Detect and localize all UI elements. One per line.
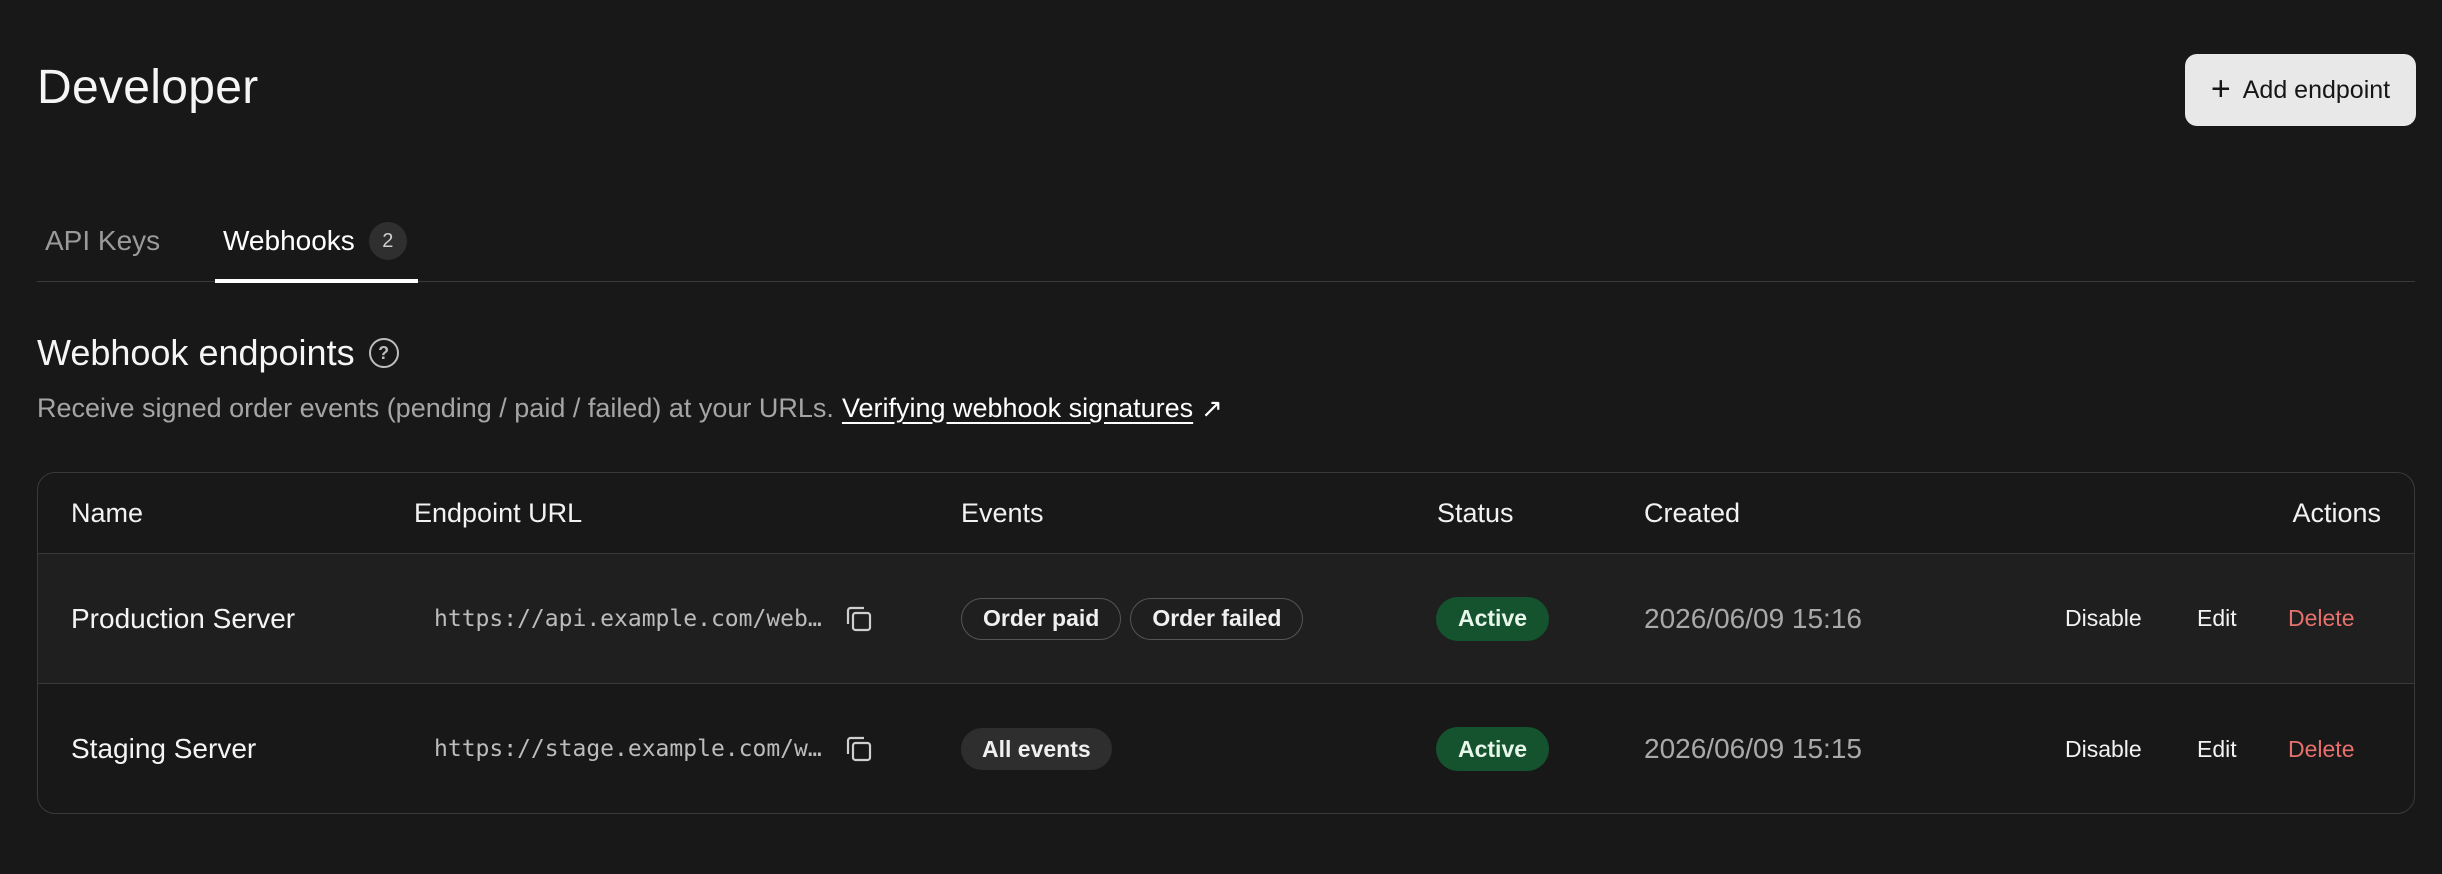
- add-endpoint-label: Add endpoint: [2242, 75, 2391, 104]
- column-header-url: Endpoint URL: [414, 498, 583, 528]
- tab-webhooks-label: Webhooks: [223, 225, 355, 256]
- column-header-actions: Actions: [2292, 498, 2381, 528]
- table-row: Production Server https://api.example.co…: [38, 554, 2414, 684]
- tab-api-keys-label: API Keys: [45, 225, 161, 256]
- question-circle-icon[interactable]: ?: [368, 338, 399, 368]
- delete-button[interactable]: Delete: [2288, 605, 2354, 632]
- delete-button[interactable]: Delete: [2288, 736, 2354, 763]
- description-text: Receive signed order events (pending / p…: [37, 393, 834, 423]
- copy-icon[interactable]: [843, 603, 875, 635]
- event-chip: Order paid: [961, 597, 1122, 640]
- endpoint-url: https://api.example.com/webhooks: [434, 605, 824, 632]
- section-title: Webhook endpoints: [37, 332, 355, 373]
- endpoint-name: Production Server: [71, 602, 296, 634]
- webhook-signatures-link[interactable]: Verifying webhook signatures: [842, 393, 1193, 424]
- endpoint-name: Staging Server: [71, 733, 257, 764]
- endpoint-url: https://stage.example.com/webhooks: [434, 736, 824, 762]
- table-row: Staging Server https://stage.example.com…: [38, 684, 2414, 813]
- section-description: Receive signed order events (pending / p…: [37, 393, 1223, 424]
- tab-bar: API Keys Webhooks 2: [37, 200, 2415, 283]
- disable-button[interactable]: Disable: [2065, 605, 2142, 632]
- status-badge: Active: [1436, 596, 1550, 641]
- edit-button[interactable]: Edit: [2197, 605, 2237, 632]
- webhooks-count-badge: 2: [368, 222, 407, 260]
- event-chip: Order failed: [1130, 597, 1304, 640]
- disable-button[interactable]: Disable: [2065, 736, 2142, 763]
- section-heading: Webhook endpoints ?: [37, 332, 399, 374]
- column-header-created: Created: [1644, 498, 1741, 528]
- column-header-status: Status: [1437, 498, 1514, 528]
- webhook-endpoints-table: Name Endpoint URL Events Status Created …: [37, 472, 2415, 814]
- tab-webhooks[interactable]: Webhooks 2: [215, 200, 418, 283]
- add-endpoint-button[interactable]: + Add endpoint: [2185, 54, 2416, 126]
- external-arrow-icon: ↗: [1201, 393, 1223, 423]
- status-badge: Active: [1436, 727, 1550, 771]
- column-header-events: Events: [961, 498, 1044, 528]
- table-header: Name Endpoint URL Events Status Created …: [38, 473, 2414, 554]
- page-title: Developer: [37, 61, 259, 114]
- edit-button[interactable]: Edit: [2197, 736, 2237, 763]
- created-timestamp: 2026/06/09 15:16: [1644, 602, 1862, 634]
- column-header-name: Name: [71, 498, 144, 528]
- tab-api-keys[interactable]: API Keys: [45, 200, 160, 282]
- event-chip: All events: [961, 728, 1112, 770]
- created-timestamp: 2026/06/09 15:15: [1644, 733, 1862, 764]
- plus-icon: +: [2210, 69, 2231, 108]
- copy-icon[interactable]: [843, 733, 875, 765]
